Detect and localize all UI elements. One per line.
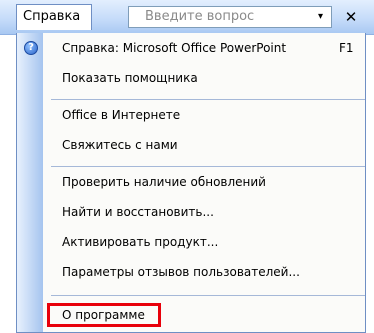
menu-item-check-updates[interactable]: Проверить наличие обновлений: [17, 167, 365, 197]
menu-item-powerpoint-help[interactable]: ? Справка: Microsoft Office PowerPoint F…: [17, 33, 365, 63]
menu-item-detect-repair[interactable]: Найти и восстановить...: [17, 197, 365, 227]
menu-item-label: Параметры отзывов пользователей...: [62, 265, 300, 279]
menu-item-contact-us[interactable]: Свяжитесь с нами: [17, 130, 365, 160]
chevron-down-icon[interactable]: ▾: [310, 6, 332, 28]
ask-question-input[interactable]: Введите вопрос: [128, 6, 332, 28]
menu-help-label: Справка: [23, 9, 81, 24]
menu-item-label: Свяжитесь с нами: [62, 138, 178, 152]
menu-bar: Справка Введите вопрос ▾ ✕: [0, 0, 374, 35]
menu-item-show-assistant[interactable]: Показать помощника: [17, 63, 365, 93]
menu-item-label: Справка: Microsoft Office PowerPoint: [62, 41, 287, 55]
highlight-box: [47, 303, 161, 327]
menu-item-activate-product[interactable]: Активировать продукт...: [17, 227, 365, 257]
menu-item-label: Активировать продукт...: [62, 235, 219, 249]
menu-item-shortcut: F1: [339, 41, 354, 55]
menu-separator: [51, 295, 365, 296]
menu-item-office-online[interactable]: Office в Интернете: [17, 100, 365, 130]
menu-item-label: Показать помощника: [62, 71, 198, 85]
menu-help[interactable]: Справка: [16, 4, 92, 30]
menu-item-feedback-options[interactable]: Параметры отзывов пользователей...: [17, 257, 365, 287]
menu-item-label: Найти и восстановить...: [62, 205, 214, 219]
menu-item-label: Office в Интернете: [62, 108, 181, 122]
close-icon[interactable]: ✕: [340, 6, 362, 28]
menu-item-label: Проверить наличие обновлений: [62, 175, 266, 189]
help-menu-dropdown: ? Справка: Microsoft Office PowerPoint F…: [16, 33, 366, 333]
help-icon: ?: [24, 41, 38, 55]
